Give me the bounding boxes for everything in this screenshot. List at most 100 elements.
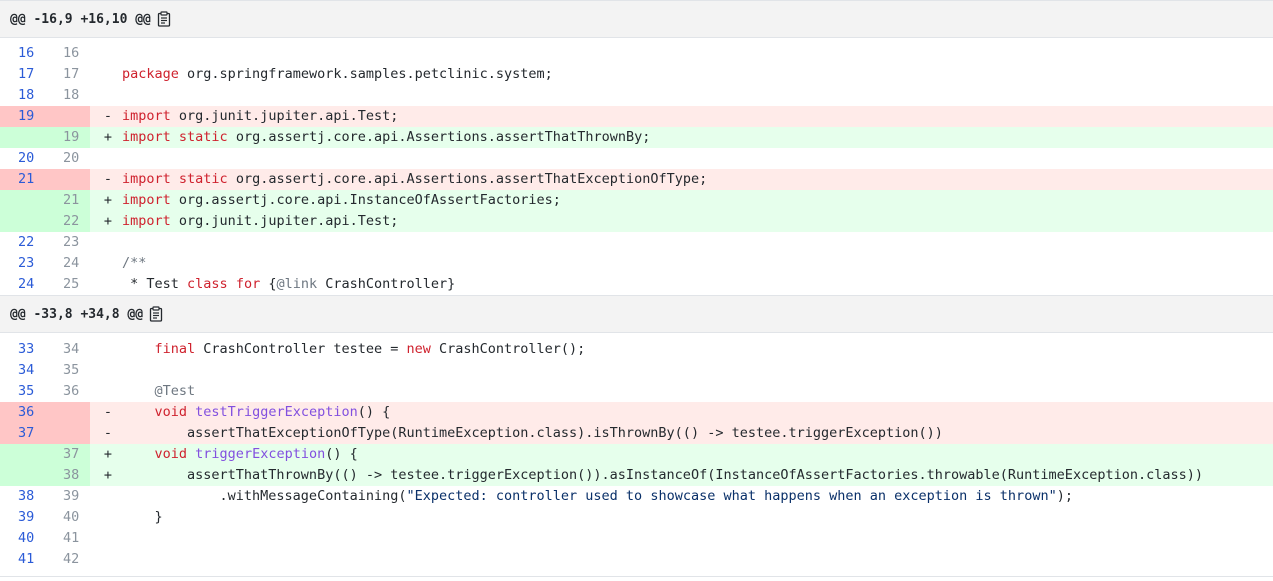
added-line: 37 + void triggerException() { [0,444,1273,465]
new-line-number[interactable]: 39 [45,486,90,507]
new-line-number[interactable]: 24 [45,253,90,274]
diff-sign: + [103,192,113,208]
code-token: org.assertj.core.api.Assertions.assertTh… [227,129,651,145]
old-line-number[interactable]: 34 [0,360,45,381]
diff-sign [90,253,122,274]
code-text: void triggerException() { [122,444,1273,465]
code-token: triggerException [195,446,326,462]
diff-sign: - [103,425,113,441]
old-line-number[interactable]: 17 [0,64,45,85]
diff-sign [90,528,122,549]
code-token: assertThatThrownBy(() -> testee.triggerE… [122,467,1203,483]
deleted-line: 21 - import static org.assertj.core.api.As… [0,169,1273,190]
code-text: } [122,507,1273,528]
old-line-number[interactable]: 18 [0,85,45,106]
context-line: 41 42 [0,549,1273,570]
code-text: import static org.assertj.core.api.Asser… [122,169,1273,190]
new-line-number[interactable]: 41 [45,528,90,549]
code-token: import [122,192,171,208]
old-line-number[interactable]: 16 [0,43,45,64]
code-token: /** [122,255,147,271]
diff-sign: - [103,171,113,187]
code-token: org.junit.jupiter.api.Test; [170,108,399,124]
new-line-number[interactable]: 25 [45,274,90,295]
old-line-number[interactable]: 22 [0,232,45,253]
new-line-number[interactable]: 35 [45,360,90,381]
new-line-number[interactable]: 16 [45,43,90,64]
old-line-number[interactable]: 37 [0,423,45,444]
old-line-number[interactable] [0,465,45,486]
old-line-number[interactable] [0,444,45,465]
diff-sign [90,64,122,85]
new-line-number[interactable] [45,402,90,423]
clipboard-icon[interactable] [149,306,163,322]
code-token: ); [1056,488,1073,504]
code-token: () { [357,404,391,420]
code-token: void [154,404,188,420]
context-line: 18 18 [0,85,1273,106]
code-token: () { [325,446,358,462]
code-text: import static org.assertj.core.api.Asser… [122,127,1273,148]
new-line-number[interactable]: 36 [45,381,90,402]
new-line-number[interactable]: 21 [45,190,90,211]
new-line-number[interactable]: 42 [45,549,90,570]
context-line: 24 25 * Test class for {@link CrashContro… [0,274,1273,295]
old-line-number[interactable]: 24 [0,274,45,295]
code-token: assertThatExceptionOfType(RuntimeExcepti… [122,425,943,441]
old-line-number[interactable]: 39 [0,507,45,528]
new-line-number[interactable]: 18 [45,85,90,106]
new-line-number[interactable]: 23 [45,232,90,253]
code-token: import [122,171,171,187]
new-line-number[interactable]: 38 [45,465,90,486]
old-line-number[interactable]: 20 [0,148,45,169]
clipboard-icon[interactable] [157,11,171,27]
old-line-number[interactable]: 38 [0,486,45,507]
code-token: static [178,129,228,145]
old-line-number[interactable]: 19 [0,106,45,127]
old-line-number[interactable] [0,211,45,232]
new-line-number[interactable]: 34 [45,339,90,360]
code-token: testTriggerException [195,404,358,420]
diff-sign: - [103,108,113,124]
old-line-number[interactable] [0,127,45,148]
diff-sign [90,339,122,360]
new-line-number[interactable]: 22 [45,211,90,232]
code-text: @Test [122,381,1273,402]
code-token: org.springframework.samples.petclinic.sy… [178,66,553,82]
new-line-number[interactable]: 20 [45,148,90,169]
new-line-number[interactable] [45,169,90,190]
new-line-number[interactable]: 17 [45,64,90,85]
old-line-number[interactable]: 41 [0,549,45,570]
old-line-number[interactable]: 33 [0,339,45,360]
code-text: /** [122,253,1273,274]
new-line-number[interactable] [45,423,90,444]
code-text: package org.springframework.samples.petc… [122,64,1273,85]
new-line-number[interactable]: 40 [45,507,90,528]
code-token: @Test [154,383,196,399]
deleted-line: 19 - import org.junit.jupiter.api.Test; [0,106,1273,127]
code-text: .withMessageContaining("Expected: contro… [122,486,1273,507]
hunk-range: @@ -33,8 +34,8 @@ [10,306,144,322]
code-token: * Test [122,276,188,292]
old-line-number[interactable]: 35 [0,381,45,402]
new-line-number[interactable]: 37 [45,444,90,465]
diff-sign [90,232,122,253]
new-line-number[interactable] [45,106,90,127]
old-line-number[interactable]: 23 [0,253,45,274]
old-line-number[interactable]: 36 [0,402,45,423]
old-line-number[interactable] [0,190,45,211]
old-line-number[interactable]: 40 [0,528,45,549]
new-line-number[interactable]: 19 [45,127,90,148]
context-line: 20 20 [0,148,1273,169]
code-text: void testTriggerException() { [122,402,1273,423]
old-line-number[interactable]: 21 [0,169,45,190]
added-line: 21 + import org.assertj.core.api.InstanceO… [0,190,1273,211]
